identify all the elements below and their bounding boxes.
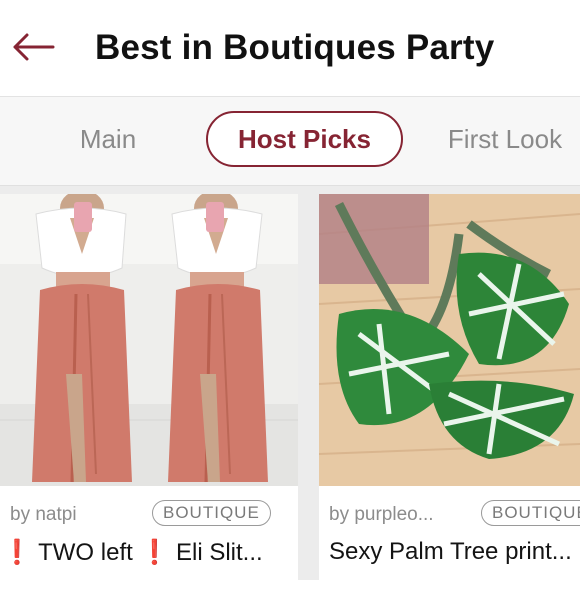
listing-image[interactable] — [319, 194, 580, 486]
listing-image[interactable] — [0, 194, 298, 486]
tab-main[interactable]: Main — [60, 111, 156, 167]
tab-bar: Main Host Picks First Look — [0, 97, 580, 186]
listing-card[interactable]: by natpi BOUTIQUE ❗ TWO left ❗ Eli Slit.… — [0, 194, 298, 594]
listing-meta: by purpleo... BOUTIQUE — [329, 500, 580, 530]
listing-grid: by natpi BOUTIQUE ❗ TWO left ❗ Eli Slit.… — [0, 186, 580, 594]
listing-meta: by natpi BOUTIQUE — [10, 500, 298, 530]
seller-name[interactable]: by purpleo... — [329, 504, 434, 526]
back-button[interactable] — [10, 24, 56, 70]
arrow-left-icon — [13, 33, 55, 61]
listing-card[interactable]: by purpleo... BOUTIQUE Sexy Palm Tree pr… — [319, 194, 580, 594]
boutique-badge: BOUTIQUE — [481, 500, 580, 526]
listing-title[interactable]: ❗ TWO left ❗ Eli Slit... — [2, 538, 298, 567]
seller-name[interactable]: by natpi — [10, 504, 77, 526]
boutique-badge: BOUTIQUE — [152, 500, 271, 526]
tab-host-picks[interactable]: Host Picks — [206, 111, 403, 167]
tab-first-look[interactable]: First Look — [430, 111, 580, 167]
page-title: Best in Boutiques Party — [95, 28, 495, 67]
header-bar: Best in Boutiques Party — [0, 0, 580, 97]
listing-title[interactable]: Sexy Palm Tree print... — [329, 538, 580, 566]
